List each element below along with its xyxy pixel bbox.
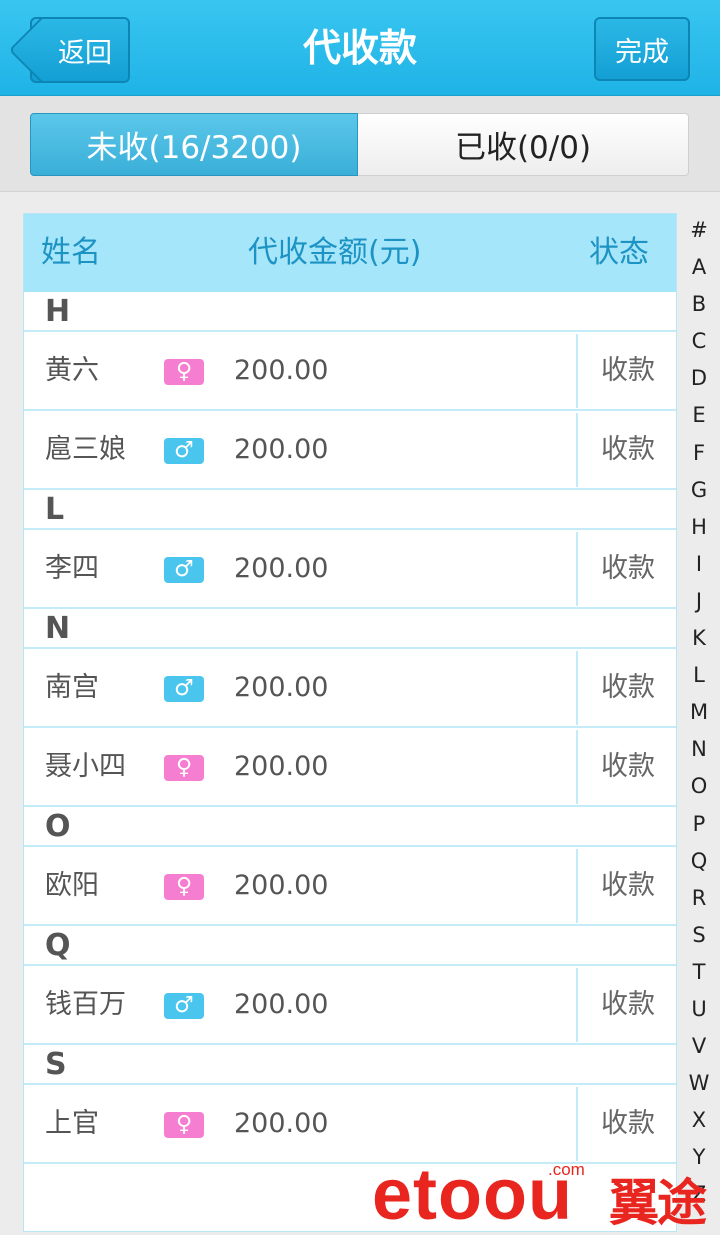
female-icon: ♀ <box>164 874 204 900</box>
index-letter[interactable]: V <box>680 1028 718 1065</box>
index-letter[interactable]: A <box>680 249 718 286</box>
row-amount: 200.00 <box>234 1108 329 1139</box>
row-amount: 200.00 <box>234 355 329 386</box>
section-header: H <box>24 292 676 332</box>
collect-button[interactable]: 收款 <box>578 649 676 727</box>
section-header: S <box>24 1045 676 1085</box>
index-letter[interactable]: E <box>680 397 718 434</box>
index-letter[interactable]: K <box>680 620 718 657</box>
section-header: L <box>24 490 676 530</box>
watermark-com: .com <box>548 1160 585 1179</box>
collect-button[interactable]: 收款 <box>578 411 676 489</box>
male-icon: ♂ <box>164 993 204 1019</box>
watermark-cn: 翼途 <box>609 1174 707 1232</box>
row-name: 扈三娘 <box>45 434 126 465</box>
done-button[interactable]: 完成 <box>594 17 690 81</box>
index-letter[interactable]: X <box>680 1102 718 1139</box>
index-letter[interactable]: R <box>680 880 718 917</box>
row-amount: 200.00 <box>234 434 329 465</box>
index-letter[interactable]: N <box>680 731 718 768</box>
index-letter[interactable]: F <box>680 435 718 472</box>
tab-uncollected[interactable]: 未收(16/3200) <box>30 113 358 176</box>
row-name: 李四 <box>45 553 99 584</box>
tab-bar: 未收(16/3200) 已收(0/0) <box>0 96 720 192</box>
column-header-status: 状态 <box>589 235 649 270</box>
male-icon: ♂ <box>164 438 204 464</box>
row-amount: 200.00 <box>234 672 329 703</box>
table-row: 聂小四 ♀ 200.00 收款 <box>24 728 676 807</box>
row-name: 钱百万 <box>45 989 126 1020</box>
male-icon: ♂ <box>164 557 204 583</box>
tab-collected[interactable]: 已收(0/0) <box>358 113 689 176</box>
table-header: 姓名 代收金额(元) 状态 <box>24 214 676 292</box>
index-letter[interactable]: W <box>680 1065 718 1102</box>
collect-button[interactable]: 收款 <box>578 332 676 410</box>
row-name: 南宫 <box>45 672 99 703</box>
index-letter[interactable]: B <box>680 286 718 323</box>
index-letter[interactable]: L <box>680 657 718 694</box>
column-header-amount: 代收金额(元) <box>248 235 422 270</box>
index-letter[interactable]: D <box>680 360 718 397</box>
row-amount: 200.00 <box>234 870 329 901</box>
table-row: 李四 ♂ 200.00 收款 <box>24 530 676 609</box>
table-body: H 黄六 ♀ 200.00 收款 扈三娘 ♂ 200.00 收款 L 李四 ♂ 200.00 收款 N 南宫 ♂… <box>24 292 676 1164</box>
collect-button[interactable]: 收款 <box>578 847 676 925</box>
row-name: 上官 <box>45 1108 99 1139</box>
table-row: 黄六 ♀ 200.00 收款 <box>24 332 676 411</box>
collect-button[interactable]: 收款 <box>578 728 676 806</box>
index-letter[interactable]: M <box>680 694 718 731</box>
index-letter[interactable]: O <box>680 768 718 805</box>
index-letter[interactable]: # <box>680 212 718 249</box>
index-letter[interactable]: C <box>680 323 718 360</box>
section-header: Q <box>24 926 676 966</box>
row-amount: 200.00 <box>234 751 329 782</box>
collect-button[interactable]: 收款 <box>578 966 676 1044</box>
index-letter[interactable]: S <box>680 917 718 954</box>
index-letter[interactable]: U <box>680 991 718 1028</box>
index-letter[interactable]: T <box>680 954 718 991</box>
collection-table: 姓名 代收金额(元) 状态 H 黄六 ♀ 200.00 收款 扈三娘 ♂ 200.00 收款 L 李… <box>23 213 677 1232</box>
collect-button[interactable]: 收款 <box>578 1085 676 1163</box>
alphabet-index-bar[interactable]: # A B C D E F G H I J K L M N O P Q R S T U V W X Y Z <box>680 212 718 1214</box>
index-letter[interactable]: J <box>680 583 718 620</box>
row-name: 黄六 <box>45 355 99 386</box>
watermark-logo: etoou <box>372 1155 573 1235</box>
index-letter[interactable]: G <box>680 472 718 509</box>
female-icon: ♀ <box>164 359 204 385</box>
app-header: 返回 代收款 完成 <box>0 0 720 96</box>
table-row: 欧阳 ♀ 200.00 收款 <box>24 847 676 926</box>
section-header: N <box>24 609 676 649</box>
index-letter[interactable]: I <box>680 546 718 583</box>
back-button-label: 返回 <box>58 37 112 69</box>
index-letter[interactable]: P <box>680 806 718 843</box>
collect-button[interactable]: 收款 <box>578 530 676 608</box>
index-letter[interactable]: Q <box>680 843 718 880</box>
female-icon: ♀ <box>164 755 204 781</box>
female-icon: ♀ <box>164 1112 204 1138</box>
row-amount: 200.00 <box>234 553 329 584</box>
row-name: 聂小四 <box>45 751 126 782</box>
table-row: 上官 ♀ 200.00 收款 <box>24 1085 676 1164</box>
section-header: O <box>24 807 676 847</box>
row-amount: 200.00 <box>234 989 329 1020</box>
male-icon: ♂ <box>164 676 204 702</box>
index-letter[interactable]: H <box>680 509 718 546</box>
table-row: 扈三娘 ♂ 200.00 收款 <box>24 411 676 490</box>
table-row: 钱百万 ♂ 200.00 收款 <box>24 966 676 1045</box>
column-header-name: 姓名 <box>41 235 101 270</box>
table-row: 南宫 ♂ 200.00 收款 <box>24 649 676 728</box>
row-name: 欧阳 <box>45 870 99 901</box>
